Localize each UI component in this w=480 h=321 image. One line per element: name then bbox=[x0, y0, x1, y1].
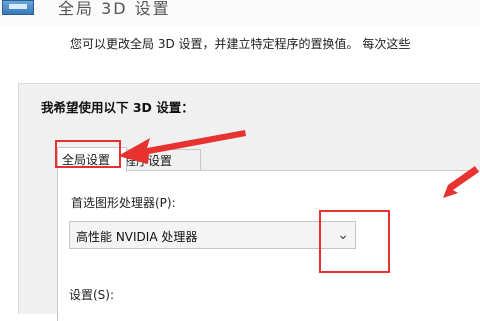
annotation-arrows bbox=[118, 130, 479, 198]
red-arrow-icon bbox=[118, 130, 246, 164]
red-arrow-icon bbox=[443, 166, 479, 198]
